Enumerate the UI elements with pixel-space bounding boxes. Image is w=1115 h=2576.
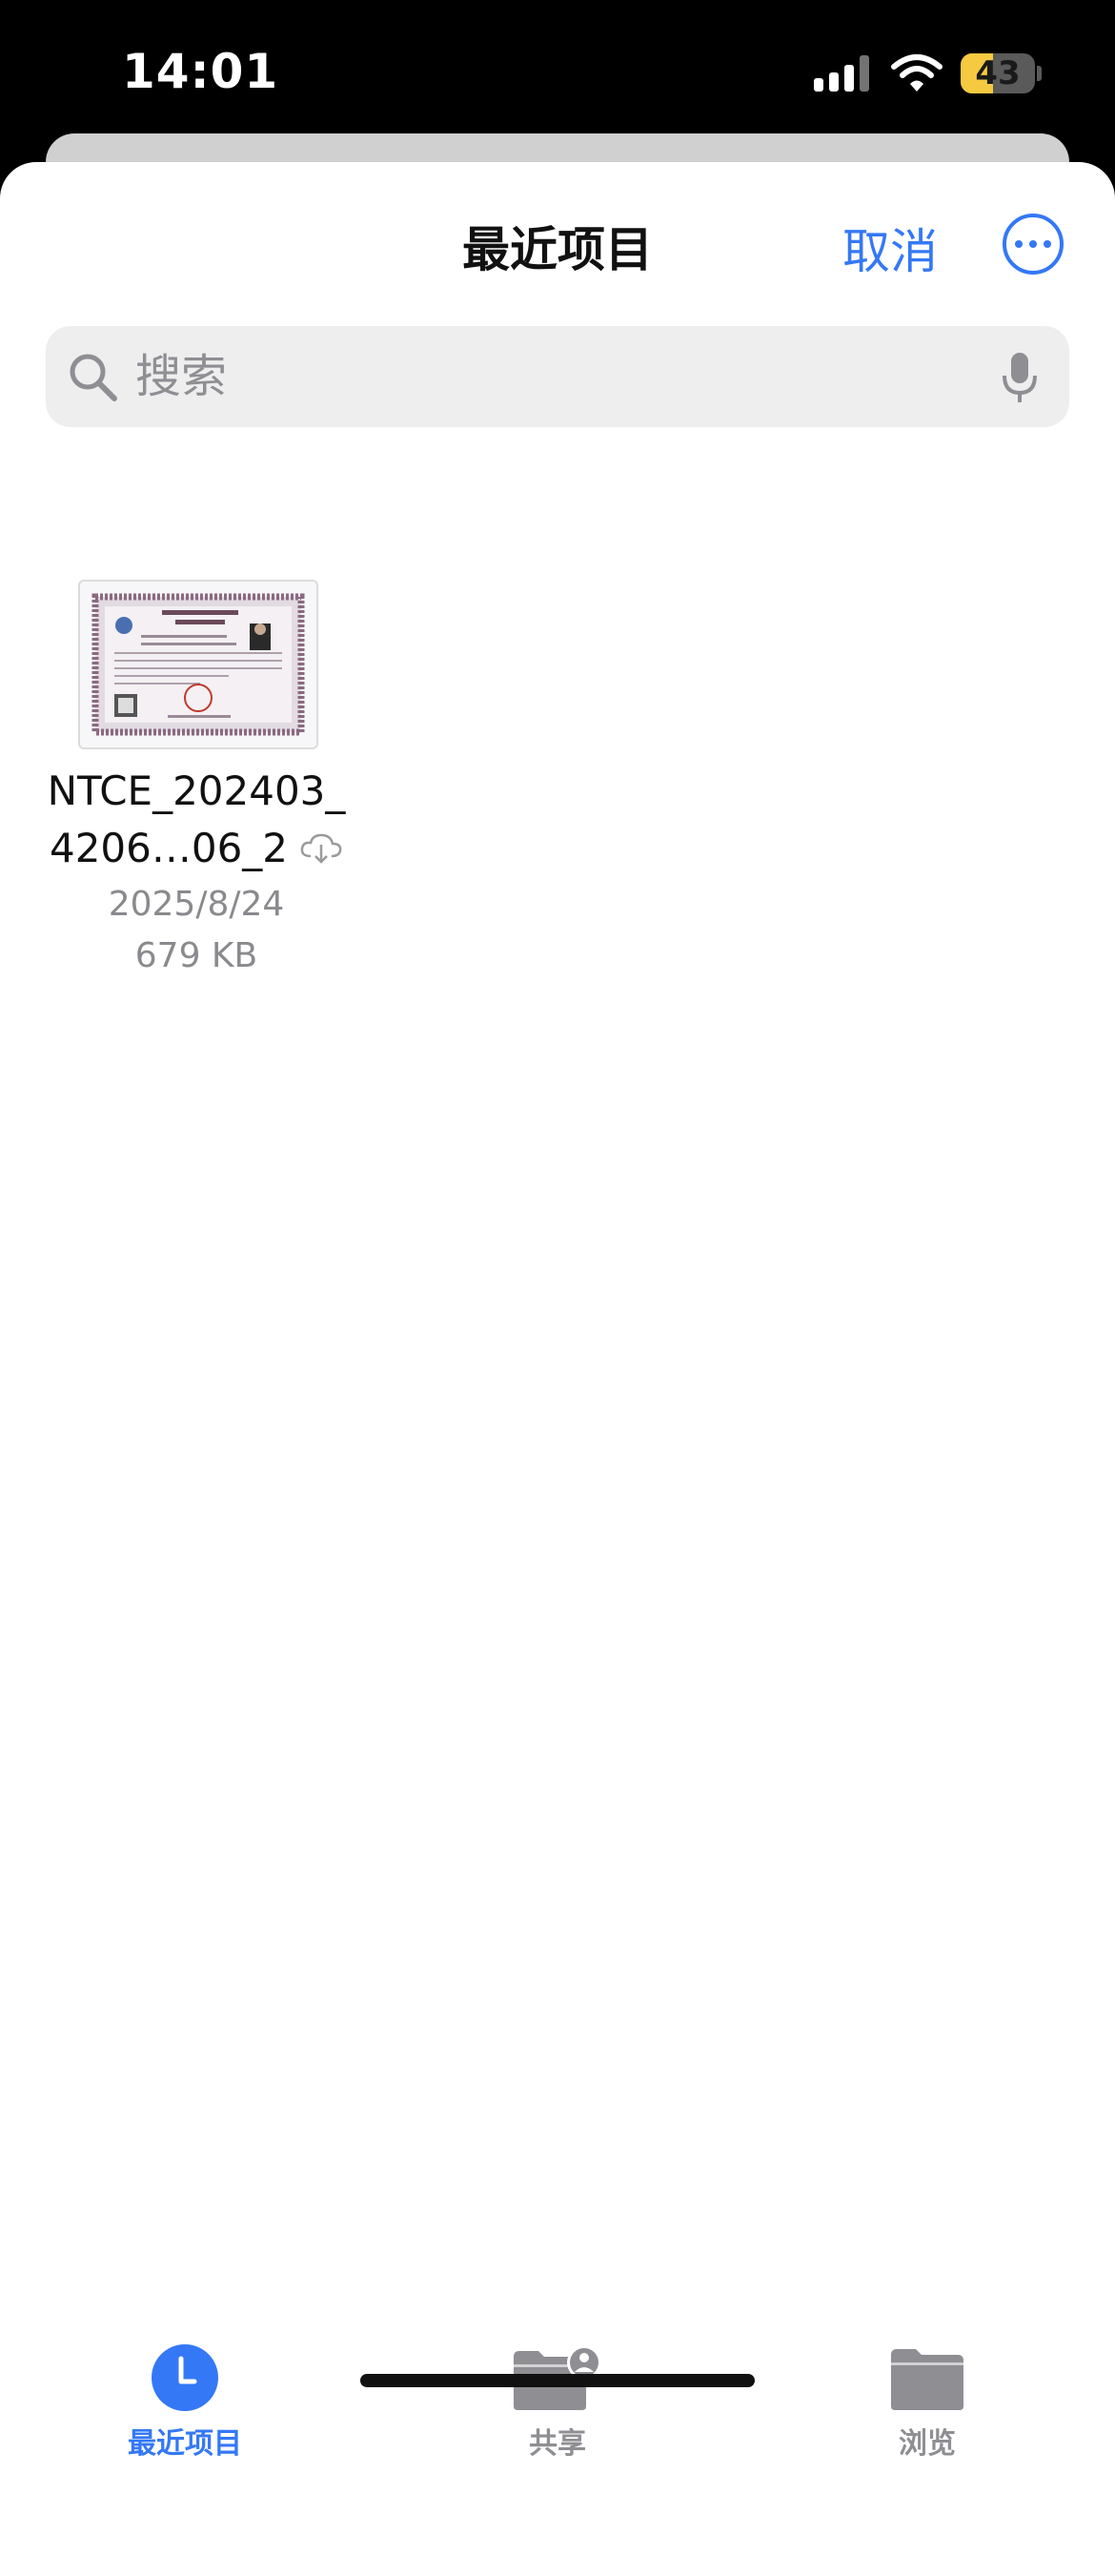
tab-browse[interactable]: 浏览 (803, 2317, 1051, 2488)
page-title: 最近项目 (462, 222, 653, 277)
search-icon (70, 354, 117, 401)
tab-label: 共享 (529, 2427, 586, 2461)
cellular-signal-icon (814, 55, 869, 92)
file-name-line1: NTCE_202403_ (47, 767, 346, 814)
tab-recent[interactable]: 最近项目 (61, 2317, 309, 2488)
wifi-icon (891, 54, 943, 92)
file-name-line2-row: 4206…06_2 (50, 820, 343, 877)
more-dot (1015, 240, 1023, 248)
file-date: 2025/8/24 (108, 885, 285, 924)
file-size: 679 KB (134, 936, 258, 975)
status-time: 14:01 (122, 44, 279, 99)
cancel-button[interactable]: 取消 (842, 214, 938, 282)
more-dot (1044, 240, 1051, 248)
file-picker-sheet: 最近项目 取消 搜索 NTCE_202403_ 4206…06_2 2025/8… (0, 162, 1115, 2576)
clock-icon (152, 2344, 218, 2411)
tab-label: 浏览 (899, 2427, 956, 2461)
icloud-download-icon (300, 833, 342, 864)
search-input[interactable] (135, 326, 993, 427)
file-thumbnail (78, 580, 318, 749)
search-bar[interactable] (46, 326, 1069, 427)
battery-level: 43 (975, 54, 1021, 92)
tab-shared[interactable]: 共享 (434, 2317, 681, 2488)
more-dot (1029, 240, 1037, 248)
folder-icon (891, 2349, 963, 2410)
tab-label: 最近项目 (128, 2427, 242, 2461)
certificate-thumbnail-image (91, 593, 305, 736)
tab-bar: 最近项目 共享 浏览 (0, 2317, 1115, 2576)
battery-indicator: 43 (961, 53, 1035, 93)
home-indicator (360, 2374, 755, 2387)
file-name: NTCE_202403_ 4206…06_2 (29, 763, 364, 877)
file-name-line2: 4206…06_2 (49, 825, 289, 871)
more-options-button[interactable] (1003, 214, 1064, 275)
microphone-icon[interactable] (1001, 351, 1039, 404)
battery-cap (1037, 66, 1042, 81)
status-bar: 14:01 43 (0, 0, 1115, 143)
